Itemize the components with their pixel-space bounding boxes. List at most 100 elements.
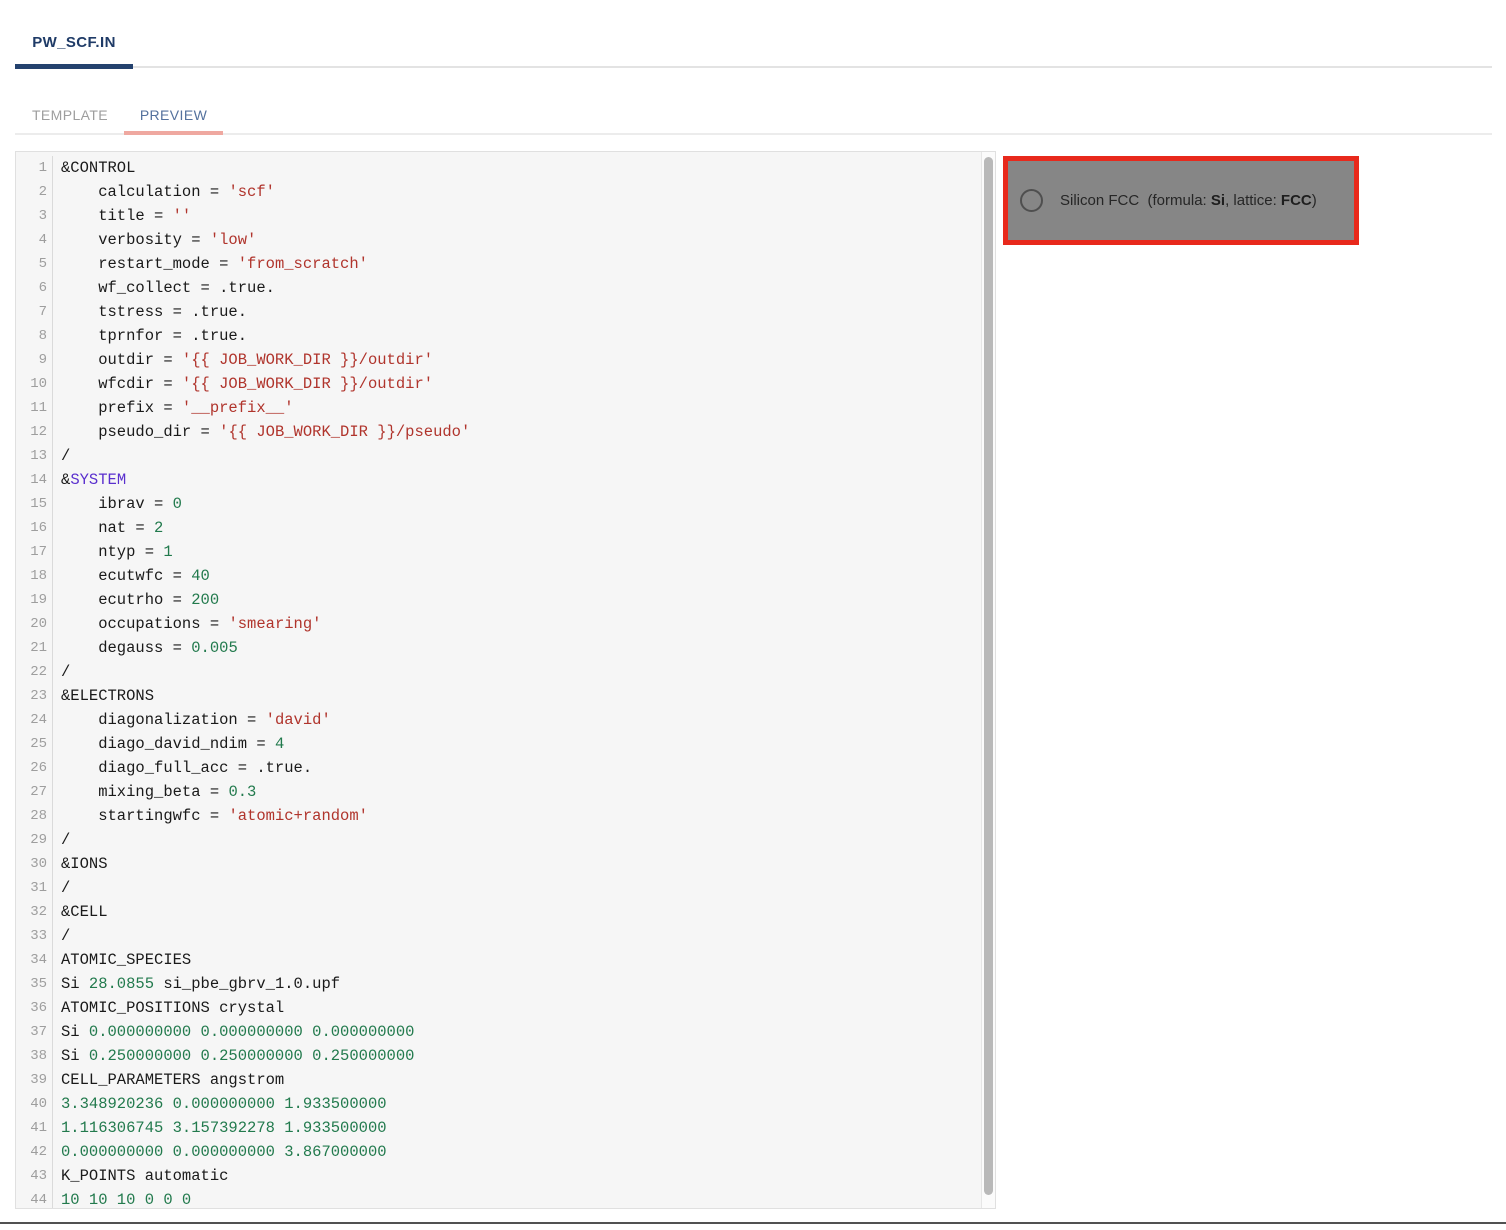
code-text: prefix = '__prefix__': [53, 396, 294, 420]
code-text: /: [53, 660, 70, 684]
code-text: Si 28.0855 si_pbe_gbrv_1.0.upf: [53, 972, 340, 996]
tab-preview-label: PREVIEW: [140, 107, 207, 123]
code-line: 411.116306745 3.157392278 1.933500000: [16, 1116, 995, 1140]
code-line: 11 prefix = '__prefix__': [16, 396, 995, 420]
code-line: 5 restart_mode = 'from_scratch': [16, 252, 995, 276]
code-text: diago_full_acc = .true.: [53, 756, 312, 780]
code-text: title = '': [53, 204, 191, 228]
line-number: 15: [16, 492, 53, 516]
code-text: mixing_beta = 0.3: [53, 780, 256, 804]
code-lines: 1&CONTROL2 calculation = 'scf'3 title = …: [16, 152, 995, 1209]
line-number: 17: [16, 540, 53, 564]
line-number: 10: [16, 372, 53, 396]
code-text: nat = 2: [53, 516, 163, 540]
line-number: 41: [16, 1116, 53, 1140]
line-number: 8: [16, 324, 53, 348]
code-text: Si 0.000000000 0.000000000 0.000000000: [53, 1020, 414, 1044]
line-number: 28: [16, 804, 53, 828]
code-text: degauss = 0.005: [53, 636, 238, 660]
code-text: ATOMIC_POSITIONS crystal: [53, 996, 284, 1020]
file-tab-pw-scf-in[interactable]: PW_SCF.IN: [14, 20, 134, 64]
code-line: 1&CONTROL: [16, 156, 995, 180]
line-number: 5: [16, 252, 53, 276]
code-line: 18 ecutwfc = 40: [16, 564, 995, 588]
line-number: 43: [16, 1164, 53, 1188]
material-formula: Si: [1211, 192, 1225, 209]
code-text: ntyp = 1: [53, 540, 173, 564]
code-line: 25 diago_david_ndim = 4: [16, 732, 995, 756]
code-editor-preview[interactable]: 1&CONTROL2 calculation = 'scf'3 title = …: [15, 151, 996, 1209]
tab-preview-active-indicator: [124, 131, 223, 135]
line-number: 19: [16, 588, 53, 612]
code-line: 7 tstress = .true.: [16, 300, 995, 324]
code-text: 3.348920236 0.000000000 1.933500000: [53, 1092, 387, 1116]
code-line: 23&ELECTRONS: [16, 684, 995, 708]
code-line: 17 ntyp = 1: [16, 540, 995, 564]
code-line: 34ATOMIC_SPECIES: [16, 948, 995, 972]
line-number: 39: [16, 1068, 53, 1092]
code-text: diago_david_ndim = 4: [53, 732, 284, 756]
line-number: 6: [16, 276, 53, 300]
line-number: 44: [16, 1188, 53, 1209]
tab-preview[interactable]: PREVIEW: [124, 96, 223, 133]
code-line: 43K_POINTS automatic: [16, 1164, 995, 1188]
tabs-divider: [15, 133, 1492, 135]
code-line: 35Si 28.0855 si_pbe_gbrv_1.0.upf: [16, 972, 995, 996]
code-line: 19 ecutrho = 200: [16, 588, 995, 612]
code-text: /: [53, 924, 70, 948]
line-number: 23: [16, 684, 53, 708]
code-text: ATOMIC_SPECIES: [53, 948, 191, 972]
code-line: 27 mixing_beta = 0.3: [16, 780, 995, 804]
line-number: 36: [16, 996, 53, 1020]
line-number: 27: [16, 780, 53, 804]
line-number: 37: [16, 1020, 53, 1044]
code-text: &CONTROL: [53, 156, 135, 180]
code-line: 28 startingwfc = 'atomic+random': [16, 804, 995, 828]
material-meta-close: ): [1312, 192, 1317, 209]
tab-template[interactable]: TEMPLATE: [14, 96, 126, 133]
code-line: 31/: [16, 876, 995, 900]
code-text: outdir = '{{ JOB_WORK_DIR }}/outdir': [53, 348, 433, 372]
line-number: 18: [16, 564, 53, 588]
bottom-divider: [0, 1222, 1506, 1224]
material-meta-open: (formula:: [1139, 192, 1211, 209]
code-text: &SYSTEM: [53, 468, 126, 492]
code-line: 9 outdir = '{{ JOB_WORK_DIR }}/outdir': [16, 348, 995, 372]
code-line: 24 diagonalization = 'david': [16, 708, 995, 732]
radio-button-icon[interactable]: [1020, 189, 1043, 212]
code-line: 38Si 0.250000000 0.250000000 0.250000000: [16, 1044, 995, 1068]
line-number: 20: [16, 612, 53, 636]
code-line: 8 tprnfor = .true.: [16, 324, 995, 348]
line-number: 14: [16, 468, 53, 492]
code-line: 39CELL_PARAMETERS angstrom: [16, 1068, 995, 1092]
code-line: 16 nat = 2: [16, 516, 995, 540]
line-number: 13: [16, 444, 53, 468]
code-text: CELL_PARAMETERS angstrom: [53, 1068, 284, 1092]
line-number: 4: [16, 228, 53, 252]
code-text: 0.000000000 0.000000000 3.867000000: [53, 1140, 387, 1164]
line-number: 29: [16, 828, 53, 852]
line-number: 12: [16, 420, 53, 444]
code-text: /: [53, 444, 70, 468]
code-line: 3 title = '': [16, 204, 995, 228]
code-line: 420.000000000 0.000000000 3.867000000: [16, 1140, 995, 1164]
code-line: 22/: [16, 660, 995, 684]
line-number: 11: [16, 396, 53, 420]
line-number: 30: [16, 852, 53, 876]
editor-scrollbar-thumb[interactable]: [984, 157, 993, 1195]
code-text: ecutwfc = 40: [53, 564, 210, 588]
code-line: 37Si 0.000000000 0.000000000 0.000000000: [16, 1020, 995, 1044]
editor-scrollbar[interactable]: [981, 152, 995, 1208]
line-number: 2: [16, 180, 53, 204]
material-title: Silicon FCC: [1060, 192, 1139, 209]
material-card-silicon-fcc[interactable]: Silicon FCC (formula: Si, lattice: FCC): [1003, 156, 1359, 245]
code-text: tstress = .true.: [53, 300, 247, 324]
code-text: &ELECTRONS: [53, 684, 154, 708]
material-meta-mid: , lattice:: [1225, 192, 1281, 209]
file-tab-active-indicator: [15, 64, 133, 69]
code-text: 1.116306745 3.157392278 1.933500000: [53, 1116, 387, 1140]
line-number: 25: [16, 732, 53, 756]
code-line: 29/: [16, 828, 995, 852]
line-number: 21: [16, 636, 53, 660]
code-text: restart_mode = 'from_scratch': [53, 252, 368, 276]
